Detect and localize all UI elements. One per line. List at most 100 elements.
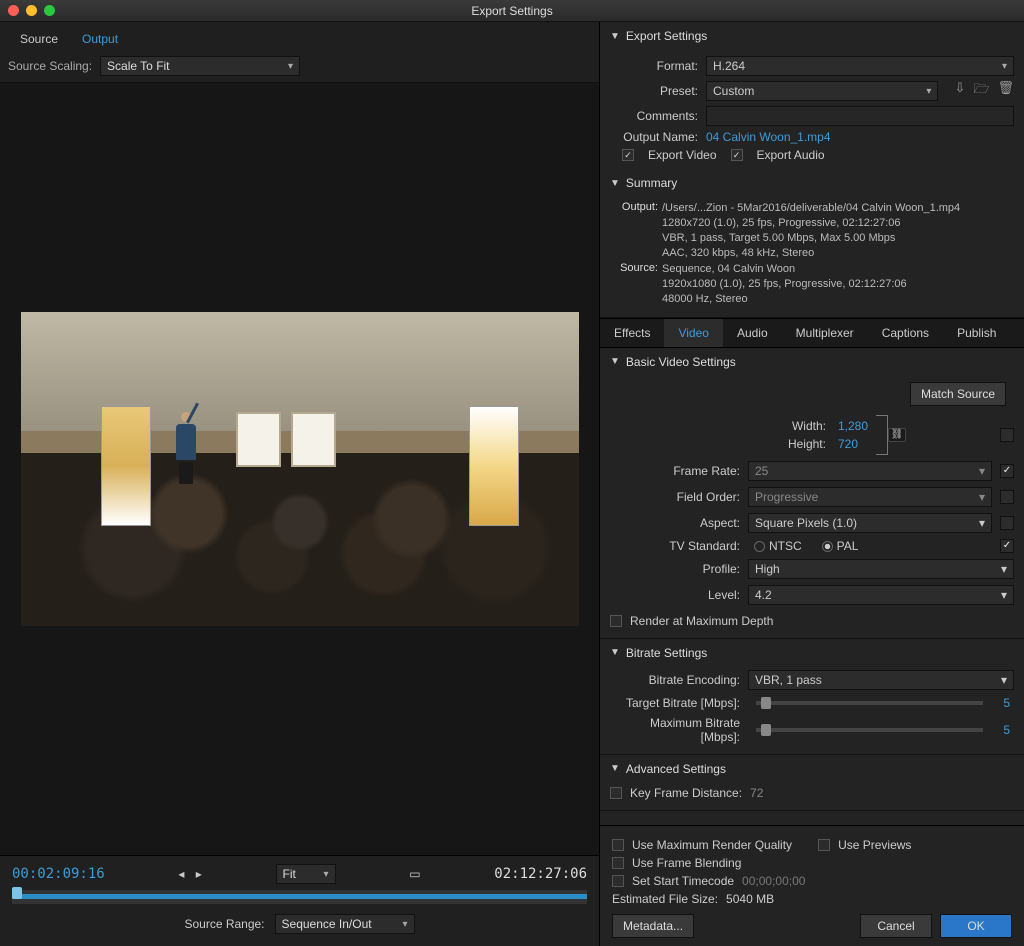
- match-source-button[interactable]: Match Source: [910, 382, 1006, 406]
- export-video-label: Export Video: [648, 148, 717, 162]
- render-max-depth-checkbox[interactable]: [610, 615, 622, 627]
- chevron-down-icon: ▾: [288, 61, 293, 72]
- aspect-label: Aspect:: [610, 516, 740, 530]
- export-settings-heading: Export Settings: [626, 29, 707, 43]
- zoom-fit-select[interactable]: Fit▾: [276, 864, 336, 884]
- tab-source[interactable]: Source: [8, 28, 70, 50]
- max-render-quality-label: Use Maximum Render Quality: [632, 838, 792, 852]
- level-label: Level:: [610, 588, 740, 602]
- height-value[interactable]: 720: [834, 437, 862, 451]
- max-bitrate-label: Maximum Bitrate [Mbps]:: [610, 716, 740, 744]
- format-select[interactable]: H.264▾: [706, 56, 1014, 76]
- keyframe-distance-value: 72: [750, 786, 763, 800]
- timeline-scrubber[interactable]: [12, 890, 587, 904]
- tvstd-lock-checkbox[interactable]: [1000, 539, 1014, 553]
- import-preset-icon[interactable]: 🗁: [973, 80, 989, 102]
- source-range-select[interactable]: Sequence In/Out▾: [275, 914, 415, 934]
- chevron-down-icon: ▾: [1001, 588, 1007, 602]
- width-value[interactable]: 1,280: [834, 419, 872, 433]
- disclosure-icon[interactable]: ▼: [610, 763, 620, 774]
- bitrate-heading: Bitrate Settings: [626, 646, 707, 660]
- summary-source-text: Sequence, 04 Calvin Woon 1920x1080 (1.0)…: [662, 262, 1014, 307]
- source-scaling-select[interactable]: Scale To Fit▾: [100, 56, 300, 76]
- framerate-select[interactable]: 25▾: [748, 461, 992, 481]
- bitrate-encoding-label: Bitrate Encoding:: [610, 673, 740, 687]
- advanced-heading: Advanced Settings: [626, 762, 726, 776]
- width-label: Width:: [696, 419, 826, 433]
- format-label: Format:: [610, 59, 698, 73]
- link-dimensions-icon[interactable]: ⛓: [888, 428, 906, 442]
- export-video-checkbox[interactable]: [622, 149, 634, 161]
- frame-blending-label: Use Frame Blending: [632, 856, 741, 870]
- chevron-down-icon: ▾: [979, 516, 985, 530]
- disclosure-icon[interactable]: ▼: [610, 356, 620, 367]
- tab-audio[interactable]: Audio: [723, 319, 782, 347]
- summary-heading: Summary: [626, 176, 677, 190]
- playhead-timecode[interactable]: 00:02:09:16: [12, 866, 105, 882]
- comments-input[interactable]: [706, 106, 1014, 126]
- max-bitrate-value[interactable]: 5: [999, 723, 1014, 737]
- chevron-down-icon: ▾: [1001, 562, 1007, 576]
- target-bitrate-value[interactable]: 5: [999, 696, 1014, 710]
- aspect-crop-icon[interactable]: ▭: [405, 865, 424, 883]
- ok-button[interactable]: OK: [940, 914, 1012, 938]
- tab-publish[interactable]: Publish: [943, 319, 1010, 347]
- chevron-down-icon: ▾: [1001, 673, 1007, 687]
- disclosure-icon[interactable]: ▼: [610, 31, 620, 42]
- delete-preset-icon[interactable]: 🗑: [997, 80, 1014, 102]
- profile-label: Profile:: [610, 562, 740, 576]
- fieldorder-lock-checkbox[interactable]: [1000, 490, 1014, 504]
- est-size-value: 5040 MB: [726, 892, 774, 906]
- profile-select[interactable]: High▾: [748, 559, 1014, 579]
- source-scaling-label: Source Scaling:: [8, 59, 92, 73]
- height-label: Height:: [696, 437, 826, 451]
- chevron-down-icon: ▾: [324, 869, 329, 880]
- level-select[interactable]: 4.2▾: [748, 585, 1014, 605]
- chevron-down-icon: ▾: [979, 464, 985, 478]
- target-bitrate-slider[interactable]: [756, 701, 983, 705]
- aspect-lock-checkbox[interactable]: [1000, 516, 1014, 530]
- max-render-quality-checkbox[interactable]: [612, 839, 624, 851]
- comments-label: Comments:: [610, 109, 698, 123]
- export-audio-checkbox[interactable]: [731, 149, 743, 161]
- use-previews-checkbox[interactable]: [818, 839, 830, 851]
- pal-label: PAL: [837, 539, 859, 553]
- framerate-lock-checkbox[interactable]: [1000, 464, 1014, 478]
- output-name-link[interactable]: 04 Calvin Woon_1.mp4: [706, 130, 831, 144]
- keyframe-distance-checkbox[interactable]: [610, 787, 622, 799]
- save-preset-icon[interactable]: ⇩: [954, 80, 965, 102]
- cancel-button[interactable]: Cancel: [860, 914, 932, 938]
- tab-captions[interactable]: Captions: [868, 319, 943, 347]
- preset-label: Preset:: [610, 84, 698, 98]
- start-timecode-checkbox[interactable]: [612, 875, 624, 887]
- tab-video[interactable]: Video: [664, 319, 722, 347]
- output-name-label: Output Name:: [610, 130, 698, 144]
- disclosure-icon[interactable]: ▼: [610, 178, 620, 189]
- framerate-label: Frame Rate:: [610, 464, 740, 478]
- chevron-down-icon: ▾: [1002, 61, 1007, 72]
- keyframe-distance-label: Key Frame Distance:: [630, 786, 742, 800]
- source-range-label: Source Range:: [184, 917, 264, 931]
- ntsc-radio[interactable]: [754, 541, 765, 552]
- max-bitrate-slider[interactable]: [756, 728, 983, 732]
- titlebar: Export Settings: [0, 0, 1024, 22]
- bitrate-encoding-select[interactable]: VBR, 1 pass▾: [748, 670, 1014, 690]
- duration-timecode: 02:12:27:06: [494, 866, 587, 882]
- frame-blending-checkbox[interactable]: [612, 857, 624, 869]
- tab-multiplexer[interactable]: Multiplexer: [782, 319, 868, 347]
- est-size-label: Estimated File Size:: [612, 892, 718, 906]
- metadata-button[interactable]: Metadata...: [612, 914, 694, 938]
- tab-effects[interactable]: Effects: [600, 319, 664, 347]
- pal-radio[interactable]: [822, 541, 833, 552]
- preset-select[interactable]: Custom▾: [706, 81, 938, 101]
- tab-output[interactable]: Output: [70, 28, 130, 50]
- render-max-depth-label: Render at Maximum Depth: [630, 614, 773, 628]
- dimensions-lock-checkbox[interactable]: [1000, 428, 1014, 442]
- summary-output-text: /Users/...Zion - 5Mar2016/deliverable/04…: [662, 201, 1014, 260]
- out-point-icon[interactable]: ▸: [192, 865, 206, 883]
- aspect-select[interactable]: Square Pixels (1.0)▾: [748, 513, 992, 533]
- fieldorder-select[interactable]: Progressive▾: [748, 487, 992, 507]
- disclosure-icon[interactable]: ▼: [610, 647, 620, 658]
- summary-output-label: Output:: [610, 201, 658, 260]
- in-point-icon[interactable]: ◂: [174, 865, 188, 883]
